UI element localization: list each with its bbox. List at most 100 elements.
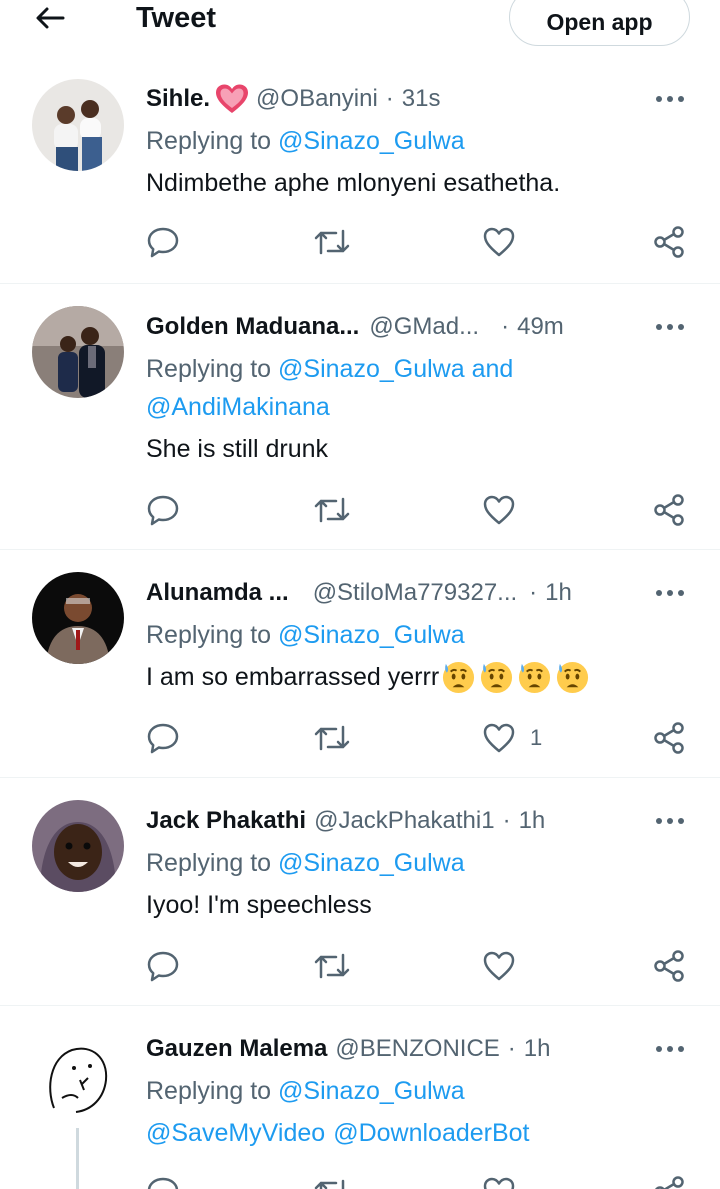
avatar[interactable] [32, 306, 124, 398]
handle[interactable]: @OBanyini [256, 82, 378, 116]
more-dots-icon [656, 1046, 684, 1052]
tweet-text: I am so embarrassed yerrr [146, 658, 593, 696]
heart-outline-icon [483, 1177, 515, 1189]
separator-dot: · [507, 1035, 516, 1062]
replying-to-handle[interactable]: @Sinazo_Gulwa [278, 355, 465, 383]
avatar[interactable] [32, 79, 124, 171]
open-app-button[interactable]: Open app [509, 0, 690, 46]
retweet-button[interactable] [312, 222, 352, 262]
action-bar: 1 [146, 718, 696, 758]
timestamp[interactable]: 31s [402, 82, 441, 116]
reply-tweet[interactable]: Alunamda ... @StiloMa779327... · 1h Repl… [0, 550, 720, 778]
tweet-text: Ndimbethe aphe mlonyeni esathetha. [146, 164, 560, 202]
display-name[interactable]: Gauzen Malema [146, 1032, 327, 1066]
replying-to: Replying to @Sinazo_Gulwa and @AndiMakin… [146, 350, 513, 426]
action-bar [146, 490, 696, 530]
thread-connector [76, 1128, 79, 1189]
reply-icon [147, 723, 179, 754]
replying-to-joiner: and [471, 355, 514, 383]
display-name[interactable]: Golden Maduana... [146, 310, 359, 344]
more-options-button[interactable] [650, 310, 690, 344]
tweet-header: Alunamda ... @StiloMa779327... · 1h [146, 576, 572, 610]
anxious-face-with-sweat-icon [441, 660, 476, 695]
reply-tweet[interactable]: Golden Maduana... @GMad... · 49m Replyin… [0, 284, 720, 550]
share-button[interactable] [652, 222, 686, 262]
share-button[interactable] [652, 946, 686, 986]
mention-link[interactable]: @SaveMyVideo [146, 1114, 325, 1152]
tweet-text-content: She is still drunk [146, 435, 329, 463]
page-title: Tweet [136, 2, 217, 34]
reply-button[interactable] [146, 222, 180, 262]
replying-to-label: Replying to [146, 355, 272, 383]
heart-outline-icon [483, 495, 515, 525]
back-button[interactable] [30, 0, 70, 36]
share-icon [655, 1176, 684, 1189]
timestamp[interactable]: 1h [524, 1032, 551, 1066]
more-options-button[interactable] [650, 804, 690, 838]
display-name[interactable]: Jack Phakathi [146, 804, 306, 838]
retweet-icon [314, 725, 350, 751]
timestamp[interactable]: 1h [519, 804, 546, 838]
retweet-button[interactable] [312, 1172, 352, 1189]
like-button[interactable] [482, 946, 530, 986]
replying-to-handle[interactable]: @AndiMakinana [146, 393, 330, 421]
like-button[interactable] [482, 222, 530, 262]
like-button[interactable]: 1 [482, 718, 542, 758]
more-options-button[interactable] [650, 576, 690, 610]
handle[interactable]: @BENZONICE [335, 1032, 499, 1066]
more-dots-icon [656, 818, 684, 824]
share-icon [654, 494, 684, 526]
avatar[interactable] [32, 572, 124, 664]
handle[interactable]: @JackPhakathi1 [314, 804, 494, 838]
handle[interactable]: @GMad... [369, 310, 479, 344]
tweet-text: Iyoo! I'm speechless [146, 886, 372, 924]
retweet-button[interactable] [312, 946, 352, 986]
reply-icon [147, 495, 179, 526]
share-button[interactable] [652, 718, 686, 758]
reply-tweet[interactable]: Gauzen Malema @BENZONICE · 1h Replying t… [0, 1006, 720, 1189]
replying-to-handle[interactable]: @Sinazo_Gulwa [278, 621, 465, 649]
share-button[interactable] [652, 490, 686, 530]
reply-tweet[interactable]: Jack Phakathi @JackPhakathi1 · 1h Replyi… [0, 778, 720, 1006]
anxious-face-with-sweat-icon [517, 660, 552, 695]
display-name[interactable]: Sihle. [146, 82, 210, 116]
retweet-button[interactable] [312, 718, 352, 758]
like-count: 1 [530, 725, 543, 750]
separator-dot: · [501, 313, 510, 340]
mention-link[interactable]: @DownloaderBot [333, 1114, 529, 1152]
share-icon [654, 722, 684, 754]
like-button[interactable] [482, 490, 530, 530]
like-button[interactable] [482, 1172, 516, 1189]
reply-button[interactable] [146, 946, 180, 986]
replying-to-handle[interactable]: @Sinazo_Gulwa [278, 127, 465, 155]
share-icon [654, 226, 684, 258]
handle[interactable]: @StiloMa779327... [313, 576, 517, 610]
replying-to-handle[interactable]: @Sinazo_Gulwa [278, 1077, 465, 1105]
share-button[interactable] [652, 1172, 686, 1189]
replying-to-handle[interactable]: @Sinazo_Gulwa [278, 849, 465, 877]
replying-to: Replying to @Sinazo_Gulwa [146, 616, 465, 654]
timestamp[interactable]: 49m [517, 310, 564, 344]
arrow-left-icon [36, 7, 65, 29]
reply-icon [147, 227, 179, 258]
tweet-text-content: Iyoo! I'm speechless [146, 891, 372, 919]
replying-to-label: Replying to [146, 849, 272, 877]
more-options-button[interactable] [650, 82, 690, 116]
emoji-group [441, 660, 593, 695]
reply-button[interactable] [146, 490, 180, 530]
tweet-header: Sihle. @OBanyini · 31s [146, 82, 440, 116]
retweet-icon [314, 953, 350, 979]
reply-tweet[interactable]: Sihle. @OBanyini · 31s Replying to @Sina… [0, 66, 720, 284]
more-options-button[interactable] [650, 1032, 690, 1066]
red-heart-icon [216, 84, 249, 113]
display-name[interactable]: Alunamda ... [146, 576, 289, 610]
more-dots-icon [656, 96, 684, 102]
avatar[interactable] [32, 1028, 124, 1120]
retweet-button[interactable] [312, 490, 352, 530]
avatar[interactable] [32, 800, 124, 892]
more-dots-icon [656, 324, 684, 330]
reply-button[interactable] [146, 718, 180, 758]
retweet-icon [314, 497, 350, 523]
reply-button[interactable] [146, 1172, 180, 1189]
timestamp[interactable]: 1h [545, 576, 572, 610]
